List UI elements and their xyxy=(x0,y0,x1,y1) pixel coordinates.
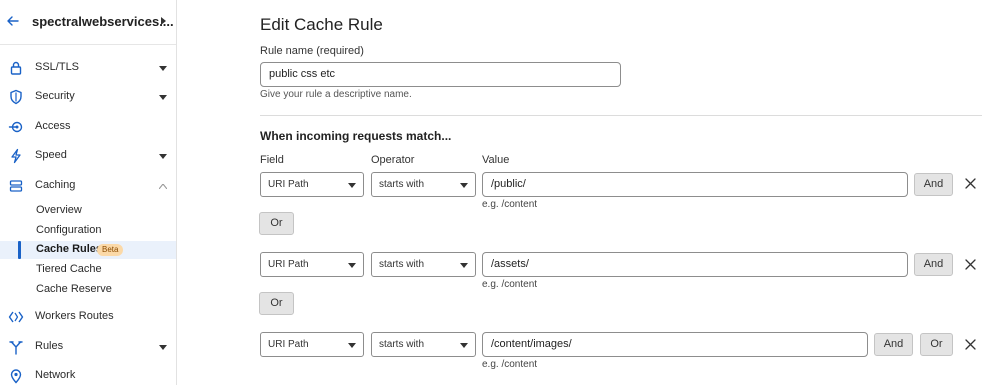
page-title: Edit Cache Rule xyxy=(260,15,383,34)
caret-down-icon xyxy=(460,343,468,348)
sidebar-item-network[interactable]: Network xyxy=(0,366,176,385)
and-button[interactable]: And xyxy=(914,253,953,276)
sidebar-subitem-label: Tiered Cache xyxy=(36,263,102,275)
rule-name-label: Rule name (required) xyxy=(260,45,364,57)
sidebar: spectralwebservices.... SSL/TLS Security xyxy=(0,0,177,385)
or-button[interactable]: Or xyxy=(259,212,294,235)
sidebar-item-label: SSL/TLS xyxy=(35,61,80,73)
caret-down-icon xyxy=(460,263,468,268)
sidebar-item-label: Access xyxy=(35,120,71,132)
value-column-header: Value xyxy=(482,154,510,166)
caret-down-icon xyxy=(159,66,167,71)
field-select[interactable]: URI Path xyxy=(260,332,364,357)
or-button[interactable]: Or xyxy=(259,292,294,315)
app: spectralwebservices.... SSL/TLS Security xyxy=(0,0,1000,385)
rule-name-help: Give your rule a descriptive name. xyxy=(260,89,412,100)
field-select-value: URI Path xyxy=(268,179,309,190)
sidebar-item-caching[interactable]: Caching xyxy=(0,176,176,198)
sidebar-subitem-configuration[interactable]: Configuration xyxy=(0,222,176,240)
operator-select-value: starts with xyxy=(379,179,425,190)
close-icon[interactable] xyxy=(965,259,976,270)
divider xyxy=(260,115,982,116)
rules-fork-icon xyxy=(9,341,23,355)
caret-down-icon xyxy=(159,95,167,100)
field-select[interactable]: URI Path xyxy=(260,252,364,277)
sidebar-item-security[interactable]: Security xyxy=(0,87,176,109)
operator-select-value: starts with xyxy=(379,339,425,350)
caret-down-icon xyxy=(159,154,167,159)
caret-down-icon xyxy=(348,183,356,188)
operator-column-header: Operator xyxy=(371,154,415,166)
caret-down-icon xyxy=(348,263,356,268)
sidebar-item-workers-routes[interactable]: Workers Routes xyxy=(0,307,176,329)
value-example: e.g. /content xyxy=(482,359,538,370)
sidebar-item-label: Workers Routes xyxy=(35,310,114,322)
sidebar-subitem-label: Cache Reserve xyxy=(36,283,112,295)
back-arrow-icon[interactable] xyxy=(6,14,20,28)
operator-select[interactable]: starts with xyxy=(371,252,476,277)
sidebar-item-label: Network xyxy=(35,369,76,381)
caret-down-icon xyxy=(159,345,167,350)
sidebar-item-label: Speed xyxy=(35,149,67,161)
sidebar-item-speed[interactable]: Speed xyxy=(0,146,176,168)
sidebar-item-ssl-tls[interactable]: SSL/TLS xyxy=(0,58,176,80)
value-example: e.g. /content xyxy=(482,279,538,290)
sidebar-subitem-label: Cache Rules xyxy=(36,243,103,255)
caret-down-icon xyxy=(460,183,468,188)
operator-select-value: starts with xyxy=(379,259,425,270)
operator-select[interactable]: starts with xyxy=(371,332,476,357)
section-title: When incoming requests match... xyxy=(260,129,452,143)
rule-name-input[interactable]: public css etc xyxy=(260,62,621,87)
sidebar-item-label: Caching xyxy=(35,179,76,191)
field-select[interactable]: URI Path xyxy=(260,172,364,197)
and-button[interactable]: And xyxy=(874,333,913,356)
sidebar-subitem-overview[interactable]: Overview xyxy=(0,202,176,220)
sidebar-subitem-tiered-cache[interactable]: Tiered Cache xyxy=(0,261,176,279)
sidebar-subitem-label: Configuration xyxy=(36,224,102,236)
sidebar-item-label: Rules xyxy=(35,340,64,352)
caret-down-icon xyxy=(348,343,356,348)
value-input[interactable]: /content/images/ xyxy=(482,332,868,357)
caret-up-icon xyxy=(159,184,167,189)
beta-badge: Beta xyxy=(97,244,124,256)
sidebar-item-label: Security xyxy=(35,90,75,102)
location-pin-icon xyxy=(10,369,22,384)
sidebar-subitem-cache-rules[interactable]: Cache Rules Beta xyxy=(0,241,176,259)
field-select-value: URI Path xyxy=(268,259,309,270)
value-example: e.g. /content xyxy=(482,199,538,210)
access-icon xyxy=(8,121,23,133)
lock-icon xyxy=(10,61,22,75)
database-icon xyxy=(9,180,23,192)
sidebar-item-access[interactable]: Access xyxy=(0,117,176,139)
workers-icon xyxy=(8,311,24,323)
shield-icon xyxy=(10,89,22,105)
sidebar-subitem-label: Overview xyxy=(36,204,82,216)
site-header: spectralwebservices.... xyxy=(0,0,176,45)
or-button[interactable]: Or xyxy=(920,333,953,356)
field-select-value: URI Path xyxy=(268,339,309,350)
sidebar-item-rules[interactable]: Rules xyxy=(0,337,176,359)
field-column-header: Field xyxy=(260,154,284,166)
main-content: Edit Cache Rule Rule name (required) pub… xyxy=(177,0,1000,385)
site-name[interactable]: spectralwebservices.... xyxy=(32,14,174,29)
operator-select[interactable]: starts with xyxy=(371,172,476,197)
and-button[interactable]: And xyxy=(914,173,953,196)
caret-right-icon[interactable] xyxy=(160,17,166,25)
close-icon[interactable] xyxy=(965,178,976,189)
lightning-icon xyxy=(11,148,21,164)
value-input[interactable]: /public/ xyxy=(482,172,908,197)
value-input[interactable]: /assets/ xyxy=(482,252,908,277)
close-icon[interactable] xyxy=(965,339,976,350)
sidebar-subitem-cache-reserve[interactable]: Cache Reserve xyxy=(0,281,176,299)
